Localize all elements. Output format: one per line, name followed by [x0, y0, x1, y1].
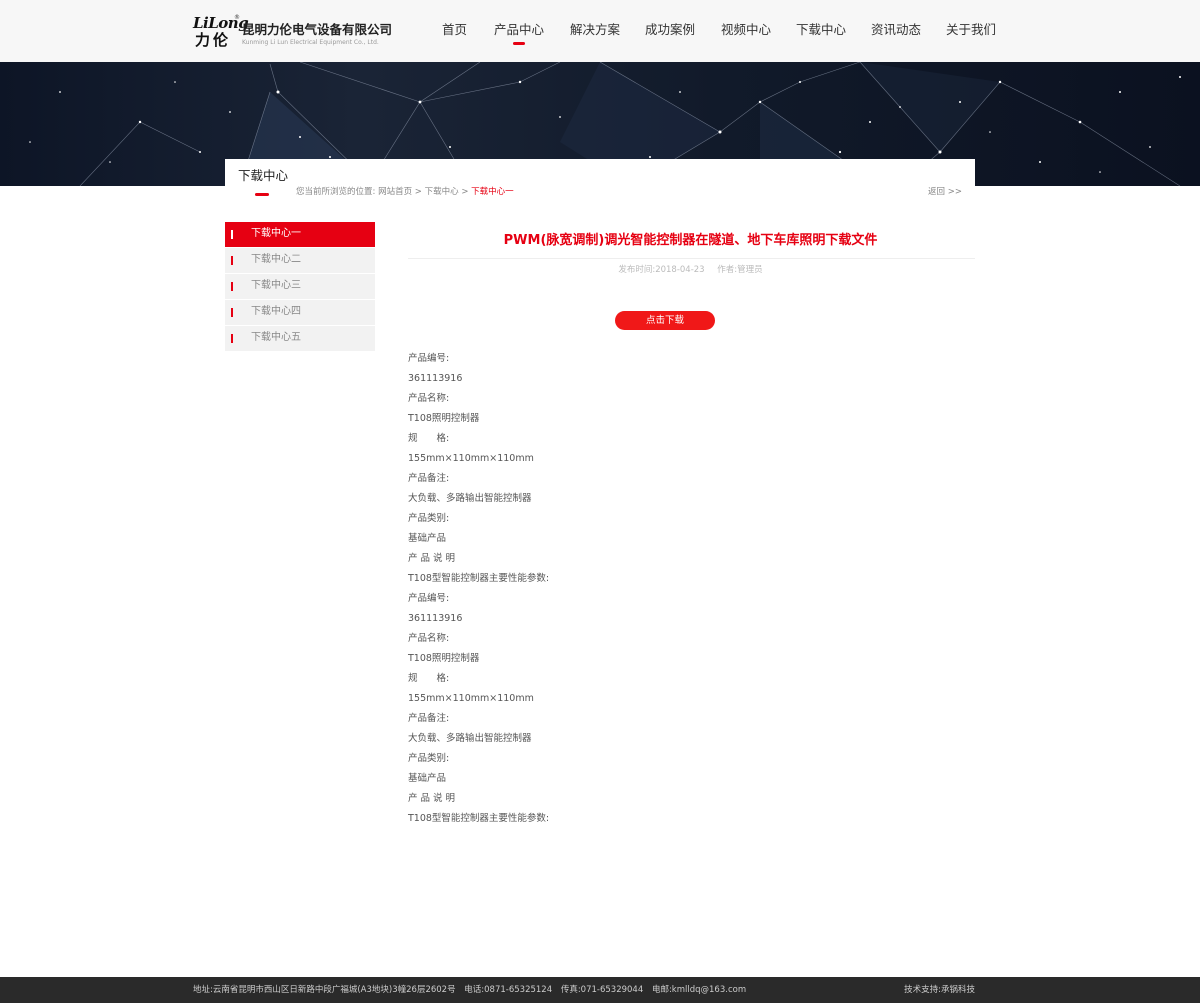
sidebar-marker [231, 308, 233, 317]
article-title: PWM(脉宽调制)调光智能控制器在隧道、地下车库照明下载文件 [503, 233, 878, 248]
sidebar-item-download-2[interactable]: 下载中心二 [225, 248, 375, 273]
body-line: 产 品 说 明 [408, 793, 456, 804]
body-line: 规 格: [408, 673, 450, 684]
body-line: T108照明控制器 [408, 653, 480, 664]
breadcrumb: 您当前所浏览的位置: 网站首页 > 下载中心 > 下载中心一 [296, 186, 514, 198]
footer-contact: 地址:云南省昆明市西山区日新路中段广福城(A3地块)3幢26层2602号 电话:… [193, 984, 752, 996]
sidebar-marker [231, 282, 233, 291]
body-line: 产品类别: [408, 753, 450, 764]
body-line: 规 格: [408, 433, 450, 444]
article-meta: 发布时间:2018-04-23 作者:管理员 [408, 264, 973, 276]
nav-news[interactable]: 资讯动态 [871, 22, 921, 38]
body-line: 产品名称: [408, 633, 450, 644]
body-line: 大负载、多路输出智能控制器 [408, 493, 532, 504]
site-footer: 地址:云南省昆明市西山区日新路中段广福城(A3地块)3幢26层2602号 电话:… [0, 977, 1200, 1003]
body-line: 产 品 说 明 [408, 553, 456, 564]
body-line: 产品类别: [408, 513, 450, 524]
nav-videos[interactable]: 视频中心 [721, 22, 771, 38]
sidebar-item-label: 下载中心三 [251, 280, 301, 291]
breadcrumb-prefix: 您当前所浏览的位置: [296, 187, 376, 197]
nav-downloads[interactable]: 下载中心 [796, 22, 846, 38]
site-header: LiLong ® 力伦 昆明力伦电气设备有限公司 Kunming Li Lun … [0, 0, 1200, 62]
body-line: 155mm×110mm×110mm [408, 453, 534, 464]
publish-date: 发布时间:2018-04-23 [618, 265, 705, 275]
body-line: T108照明控制器 [408, 413, 480, 424]
sidebar-item-download-1[interactable]: 下载中心一 [225, 222, 375, 247]
sidebar-item-label: 下载中心一 [251, 228, 301, 239]
footer-fax: 传真:071-65329044 [560, 985, 644, 995]
article-body: 产品编号: 361113916 产品名称: T108照明控制器 规 格: 155… [408, 352, 968, 832]
logo-mark: LiLong ® 力伦 [193, 14, 249, 50]
sidebar-marker [231, 334, 233, 343]
breadcrumb-separator: > [461, 187, 469, 197]
company-name-cn: 昆明力伦电气设备有限公司 [242, 22, 393, 37]
body-line: 基础产品 [408, 773, 447, 784]
body-line: 361113916 [408, 613, 463, 624]
nav-products[interactable]: 产品中心 [494, 22, 544, 38]
body-line: 大负载、多路输出智能控制器 [408, 733, 532, 744]
nav-active-indicator [513, 42, 525, 45]
sidebar-item-label: 下载中心四 [251, 306, 301, 317]
body-line: 产品编号: [408, 353, 450, 364]
back-link[interactable]: 返回 >> [928, 186, 962, 198]
sidebar-item-download-3[interactable]: 下载中心三 [225, 274, 375, 299]
body-line: T108型智能控制器主要性能参数: [408, 813, 550, 824]
section-title: 下载中心 [238, 168, 289, 183]
nav-home[interactable]: 首页 [442, 22, 467, 38]
sidebar-item-label: 下载中心二 [251, 254, 301, 265]
article-author: 作者:管理员 [717, 265, 763, 275]
body-line: 基础产品 [408, 533, 447, 544]
body-line: 产品名称: [408, 393, 450, 404]
breadcrumb-home[interactable]: 网站首页 [378, 187, 412, 197]
footer-email[interactable]: 电邮:kmlldq@163.com [652, 985, 746, 995]
sidebar: 下载中心一 下载中心二 下载中心三 下载中心四 下载中心五 [225, 222, 375, 352]
section-title-underline [255, 193, 269, 196]
breadcrumb-downloads[interactable]: 下载中心 [425, 187, 459, 197]
body-line: 产品备注: [408, 473, 450, 484]
footer-phone: 电话:0871-65325124 [464, 985, 553, 995]
breadcrumb-current[interactable]: 下载中心一 [471, 187, 514, 197]
body-line: T108型智能控制器主要性能参数: [408, 573, 550, 584]
sidebar-marker [231, 230, 233, 239]
body-line: 产品备注: [408, 713, 450, 724]
sidebar-item-label: 下载中心五 [251, 332, 301, 343]
body-line: 155mm×110mm×110mm [408, 693, 534, 704]
sidebar-item-download-4[interactable]: 下载中心四 [225, 300, 375, 325]
nav-about[interactable]: 关于我们 [946, 22, 996, 38]
footer-tech-support[interactable]: 技术支持:承锅科技 [904, 984, 975, 996]
footer-address: 地址:云南省昆明市西山区日新路中段广福城(A3地块)3幢26层2602号 [193, 985, 456, 995]
registered-mark: ® [234, 14, 240, 21]
nav-cases[interactable]: 成功案例 [645, 22, 695, 38]
nav-solutions[interactable]: 解决方案 [570, 22, 620, 38]
logo-chinese-text: 力伦 [195, 31, 232, 49]
breadcrumb-separator: > [414, 187, 422, 197]
sidebar-item-download-5[interactable]: 下载中心五 [225, 326, 375, 351]
section-header: 下载中心 您当前所浏览的位置: 网站首页 > 下载中心 > 下载中心一 返回 >… [225, 159, 975, 209]
company-name-en: Kunming Li Lun Electrical Equipment Co.,… [242, 39, 379, 46]
body-line: 产品编号: [408, 593, 450, 604]
company-logo[interactable]: LiLong ® 力伦 昆明力伦电气设备有限公司 Kunming Li Lun … [193, 14, 393, 50]
download-button[interactable]: 点击下载 [615, 311, 715, 330]
sidebar-marker [231, 256, 233, 265]
article-divider [408, 258, 975, 259]
body-line: 361113916 [408, 373, 463, 384]
